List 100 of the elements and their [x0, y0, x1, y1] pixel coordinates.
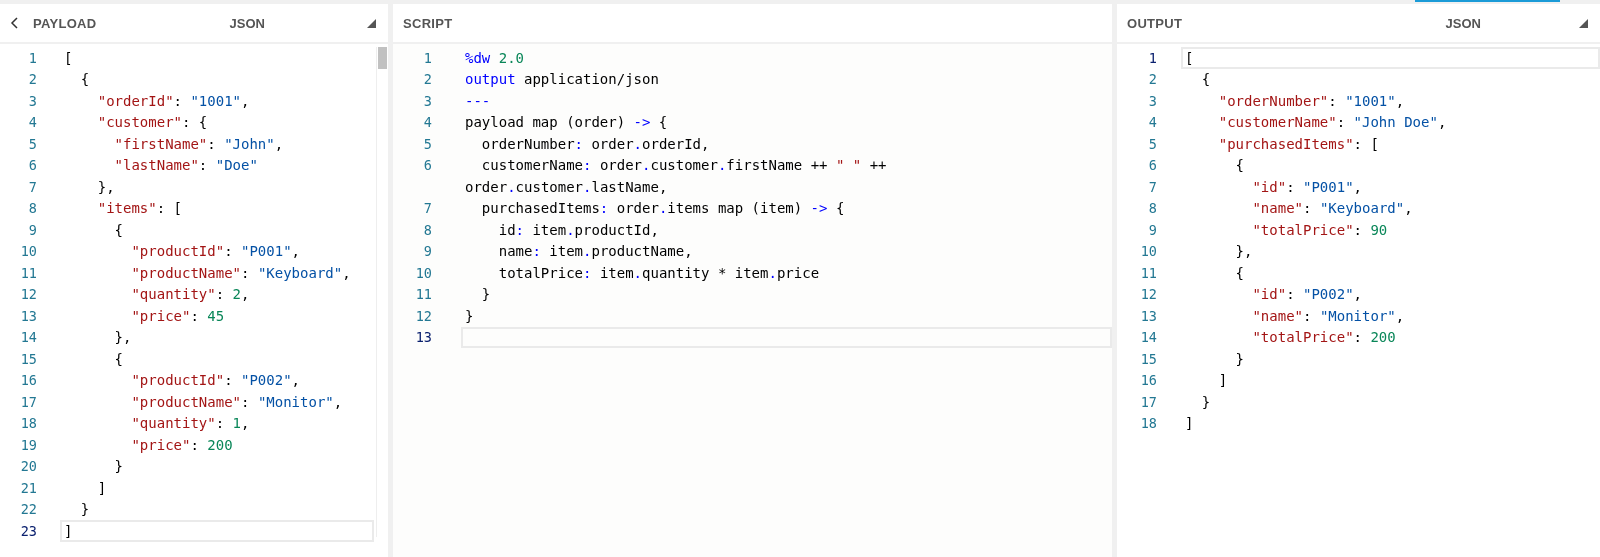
code-line: "productName": "Monitor", [130, 393, 343, 410]
code-line: name: item.productName, [497, 243, 693, 260]
line-number: 6 [1147, 157, 1157, 174]
line-number: 13 [414, 329, 432, 346]
code-line: "customer": { [96, 114, 208, 131]
code-line: { [1200, 71, 1211, 88]
line-number: 17 [1139, 393, 1157, 410]
line-number: 8 [1147, 200, 1157, 217]
line-number: 12 [414, 307, 432, 324]
code-line: ] [1185, 415, 1194, 432]
line-number: 13 [1139, 307, 1157, 324]
code-line: } [480, 286, 491, 303]
scrollbar[interactable] [376, 47, 388, 537]
line-number: 9 [1147, 221, 1157, 238]
code-line: orderNumber: order.orderId, [480, 135, 710, 152]
line-number: 10 [19, 243, 37, 260]
code-line: "customerName": "John Doe", [1217, 114, 1447, 131]
code-line: }, [96, 178, 115, 195]
line-number: 5 [422, 135, 432, 152]
line-number: 1 [1147, 49, 1157, 66]
line-number: 19 [19, 436, 37, 453]
scrollbar-thumb[interactable] [378, 47, 387, 69]
code-line: output application/json [465, 71, 659, 88]
line-number: 8 [422, 221, 432, 238]
line-number: 7 [27, 178, 37, 195]
line-number: 11 [1139, 264, 1157, 281]
line-number: 4 [1147, 114, 1157, 131]
line-number: 10 [1139, 243, 1157, 260]
format-selector[interactable]: JSON [1445, 15, 1481, 31]
line-number: 16 [19, 372, 37, 389]
panel-title: SCRIPT [403, 15, 453, 31]
code-line: { [79, 71, 90, 88]
code-line: "productId": "P002", [130, 372, 301, 389]
line-number: 18 [1139, 415, 1157, 432]
line-number: 15 [1139, 350, 1157, 367]
code-line: "price": 45 [130, 307, 225, 324]
line-number: 22 [19, 501, 37, 518]
code-line: order.customer.lastName, [465, 178, 668, 195]
code-line: "id": "P001", [1251, 178, 1363, 195]
code-line: "productName": "Keyboard", [130, 264, 351, 281]
code-line: [ [1185, 49, 1194, 66]
panel-title: PAYLOAD [33, 15, 97, 31]
line-number: 9 [27, 221, 37, 238]
line-number: 3 [27, 92, 37, 109]
code-line: --- [465, 92, 491, 109]
code-line: "price": 200 [130, 436, 233, 453]
code-line: } [113, 458, 123, 475]
code-line: ] [1217, 372, 1228, 389]
back-icon[interactable] [10, 16, 19, 30]
line-number: 18 [19, 415, 37, 432]
line-number: 6 [422, 157, 432, 174]
code-line: "id": "P002", [1251, 286, 1363, 303]
code-line: "name": "Monitor", [1251, 307, 1405, 324]
line-number: 23 [19, 522, 37, 539]
code-line: "orderId": "1001", [96, 92, 250, 109]
line-number: 8 [27, 200, 37, 217]
code-line: id: item.productId, [497, 221, 659, 238]
line-number: 10 [414, 264, 432, 281]
code-line: "lastName": "Doe" [113, 157, 258, 174]
code-line: "quantity": 1, [130, 415, 250, 432]
line-number: 12 [1139, 286, 1157, 303]
format-selector[interactable]: JSON [229, 15, 265, 31]
code-line: } [79, 501, 90, 518]
line-number: 14 [1139, 329, 1157, 346]
line-number: 2 [27, 71, 37, 88]
code-line: ] [64, 522, 73, 539]
code-line: "name": "Keyboard", [1251, 200, 1413, 217]
code-line: "orderNumber": "1001", [1217, 92, 1405, 109]
line-number: 7 [422, 200, 432, 217]
line-number: 14 [19, 329, 37, 346]
line-number: 6 [27, 157, 37, 174]
code-line: { [113, 221, 123, 238]
code-line: "purchasedItems": [ [1217, 135, 1379, 152]
code-line: } [1234, 350, 1244, 367]
code-line: { [1234, 157, 1244, 174]
code-line: "items": [ [96, 200, 182, 217]
line-number: 11 [19, 264, 37, 281]
dropdown-triangle-icon[interactable] [367, 18, 376, 28]
line-number: 7 [1147, 178, 1157, 195]
line-number: 1 [27, 49, 37, 66]
code-line: purchasedItems: order.items map (item) -> { [480, 200, 845, 217]
code-line: "productId": "P001", [130, 243, 301, 260]
code-line: [ [64, 49, 73, 66]
line-number: 21 [19, 479, 37, 496]
code-line: { [113, 350, 123, 367]
code-line: }, [113, 329, 132, 346]
line-number: 16 [1139, 372, 1157, 389]
panel-title: OUTPUT [1127, 15, 1183, 31]
line-number: 17 [19, 393, 37, 410]
line-number: 4 [422, 114, 432, 131]
code-line: "totalPrice": 90 [1251, 221, 1388, 238]
line-number: 20 [19, 458, 37, 475]
dropdown-triangle-icon[interactable] [1579, 18, 1588, 28]
code-line: totalPrice: item.quantity * item.price [497, 264, 820, 281]
code-line: ] [96, 479, 107, 496]
line-number: 15 [19, 350, 37, 367]
line-number: 13 [19, 307, 37, 324]
line-number: 5 [1147, 135, 1157, 152]
code-line: { [1234, 264, 1244, 281]
code-line: } [465, 307, 474, 324]
